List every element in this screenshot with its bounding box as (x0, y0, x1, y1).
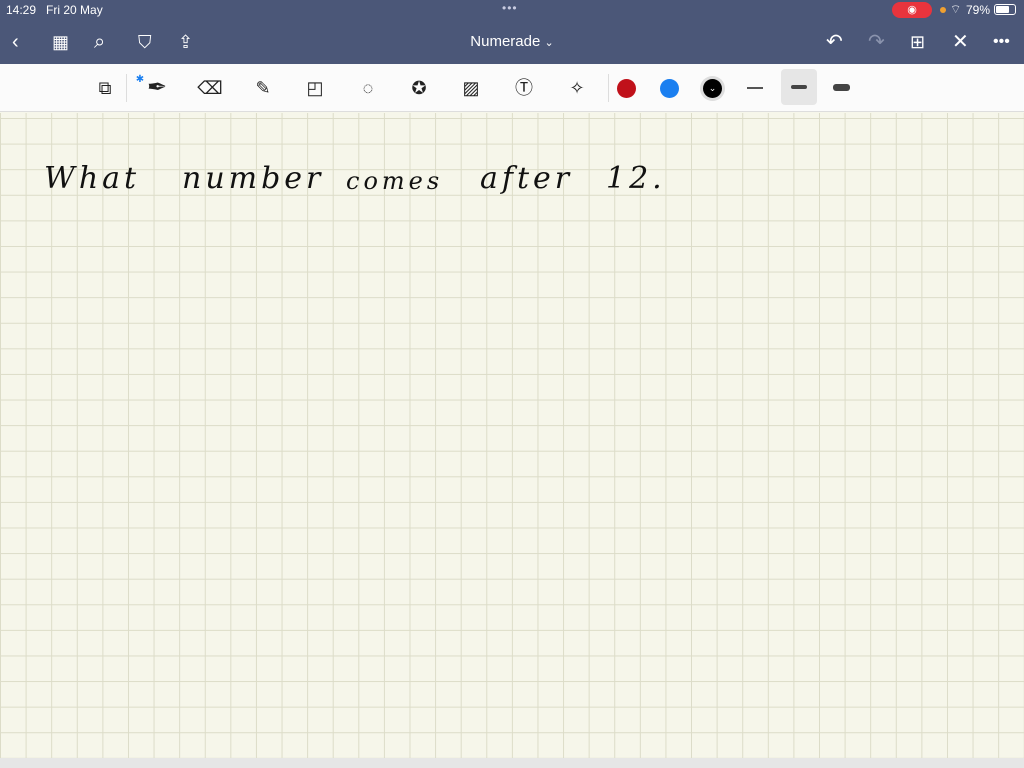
add-page-icon[interactable]: ⊞ (910, 30, 925, 54)
status-time: 14:29 Fri 20 May (6, 3, 103, 17)
undo-icon[interactable]: ↶ (826, 30, 843, 54)
image-tool-icon[interactable]: ▨ (457, 76, 485, 100)
eraser-tool-icon[interactable]: ⌫ (196, 76, 224, 100)
status-bar: 14:29 Fri 20 May ••• ◉ ⌔ 79% (0, 0, 1024, 20)
page-bottom-edge (0, 758, 1024, 768)
text-tool-icon[interactable]: Ⓣ (510, 76, 538, 100)
battery-icon (994, 4, 1016, 15)
lasso-tool-icon[interactable]: ◌ (354, 76, 382, 100)
handwriting-word: What (44, 161, 141, 196)
stroke-thin[interactable] (747, 87, 763, 89)
divider (608, 74, 609, 102)
close-icon[interactable]: ✕ (952, 30, 969, 54)
redo-icon[interactable]: ↷ (868, 30, 885, 54)
handwriting-word: after (480, 161, 574, 196)
color-black-selected[interactable]: ⌄ (700, 76, 725, 101)
sticker-tool-icon[interactable]: ✪ (405, 76, 433, 100)
battery-percent: 79% (966, 3, 991, 17)
multitask-dots[interactable]: ••• (502, 1, 518, 15)
navigation-bar: ‹ ▦ ⌕ ⛉ ⇪ Numerade ⌄ ↶ ↷ ⊞ ✕ ••• (0, 20, 1024, 64)
color-red[interactable] (617, 79, 636, 98)
divider (126, 74, 127, 102)
more-icon[interactable]: ••• (993, 30, 1010, 54)
stroke-medium-selected[interactable] (781, 69, 817, 105)
stroke-thick[interactable] (833, 84, 850, 91)
laser-pointer-icon[interactable]: ✧ (563, 76, 591, 100)
pen-tool-icon[interactable]: ✒ (143, 76, 171, 100)
handwriting-word: 12. (606, 161, 666, 196)
drawing-toolbar: ⧉ ✱ ✒ ⌫ ✎ ◰ ◌ ✪ ▨ Ⓣ ✧ ⌄ (0, 64, 1024, 112)
wifi-icon: ⌔ (950, 2, 962, 16)
handwriting-word: comes (346, 167, 444, 195)
mic-indicator-icon (940, 7, 946, 13)
shapes-tool-icon[interactable]: ◰ (301, 76, 329, 100)
note-canvas[interactable]: What number comes after 12. (0, 113, 1024, 758)
color-blue[interactable] (660, 79, 679, 98)
handwriting-word: number (182, 161, 325, 196)
read-mode-icon[interactable]: ⧉ (91, 76, 119, 100)
highlighter-tool-icon[interactable]: ✎ (249, 76, 277, 100)
screen-record-icon[interactable]: ◉ (892, 2, 932, 18)
